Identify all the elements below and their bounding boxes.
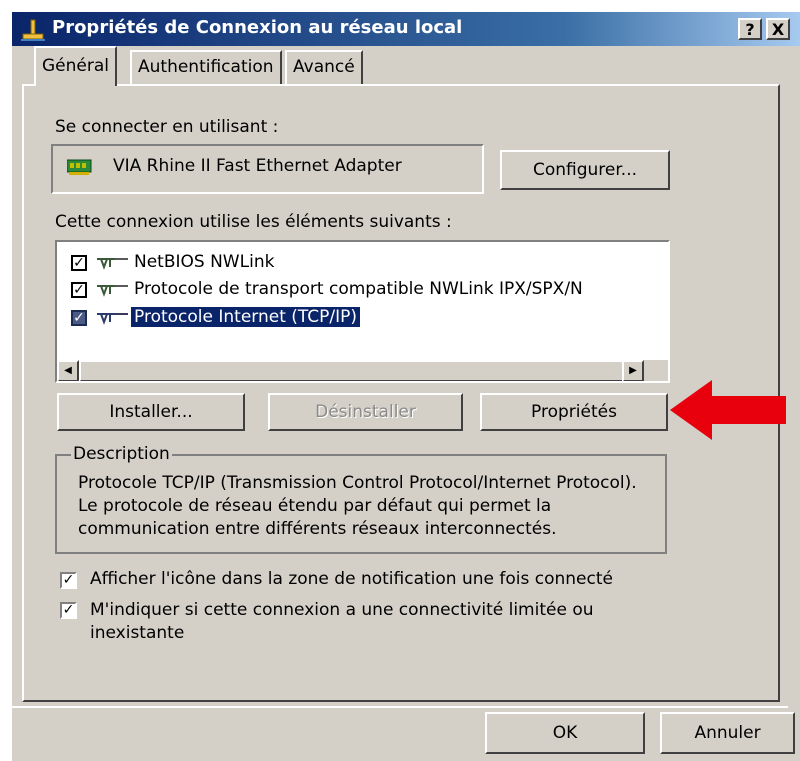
- properties-button[interactable]: Propriétés: [480, 393, 668, 431]
- protocol-icon: [97, 313, 128, 325]
- list-item[interactable]: ✓ Protocole de transport compatible NWLi…: [71, 278, 668, 304]
- help-button[interactable]: ?: [738, 18, 762, 40]
- description-legend: Description: [71, 444, 172, 464]
- configure-button[interactable]: Configurer...: [500, 150, 670, 190]
- show-icon-label: Afficher l'icône dans la zone de notific…: [90, 569, 613, 589]
- adapter-field: VIA Rhine II Fast Ethernet Adapter: [51, 144, 484, 194]
- list-item[interactable]: ✓ NetBIOS NWLink: [71, 251, 668, 277]
- network-card-icon: [67, 159, 92, 175]
- install-button[interactable]: Installer...: [57, 393, 245, 431]
- divider: [12, 706, 788, 708]
- limited-connectivity-label: M'indiquer si cette connexion a une conn…: [90, 600, 594, 643]
- title-bar[interactable]: Propriétés de Connexion au réseau local …: [12, 12, 800, 46]
- item-label: Protocole de transport compatible NWLink…: [134, 279, 583, 299]
- tab-general[interactable]: Général: [34, 46, 117, 86]
- protocol-icon: [97, 285, 128, 297]
- uninstall-button[interactable]: Désinstaller: [268, 393, 463, 431]
- show-icon-checkbox[interactable]: ✓: [60, 572, 77, 589]
- item-checkbox[interactable]: ✓: [71, 282, 87, 298]
- network-connection-icon: [21, 19, 45, 41]
- connect-using-label: Se connecter en utilisant :: [55, 117, 279, 137]
- annotation-arrow-icon: [670, 380, 786, 440]
- limited-connectivity-checkbox[interactable]: ✓: [60, 602, 77, 619]
- components-label: Cette connexion utilise les éléments sui…: [55, 212, 452, 232]
- tab-authentication[interactable]: Authentification: [130, 50, 282, 84]
- components-list[interactable]: ✓ NetBIOS NWLink ✓ Protocole de transpor…: [55, 240, 670, 383]
- list-item-selected[interactable]: ✓ Protocole Internet (TCP/IP): [71, 306, 668, 332]
- scroll-thumb[interactable]: [79, 360, 639, 381]
- description-text: Protocole TCP/IP (Transmission Control P…: [78, 473, 637, 539]
- tab-advanced[interactable]: Avancé: [285, 50, 363, 84]
- window-title: Propriétés de Connexion au réseau local: [52, 17, 463, 38]
- scroll-left-arrow-icon[interactable]: ◀: [57, 360, 79, 381]
- item-checkbox[interactable]: ✓: [71, 310, 87, 326]
- item-label: Protocole Internet (TCP/IP): [129, 306, 362, 328]
- item-label: NetBIOS NWLink: [134, 252, 275, 272]
- close-button[interactable]: X: [766, 18, 790, 40]
- item-checkbox[interactable]: ✓: [71, 255, 87, 271]
- adapter-name: VIA Rhine II Fast Ethernet Adapter: [113, 156, 402, 176]
- cancel-button[interactable]: Annuler: [660, 712, 795, 754]
- ok-button[interactable]: OK: [485, 712, 645, 754]
- scroll-right-arrow-icon[interactable]: ▶: [622, 360, 644, 381]
- protocol-icon: [97, 258, 128, 270]
- horizontal-scrollbar[interactable]: ◀ ▶: [57, 360, 668, 381]
